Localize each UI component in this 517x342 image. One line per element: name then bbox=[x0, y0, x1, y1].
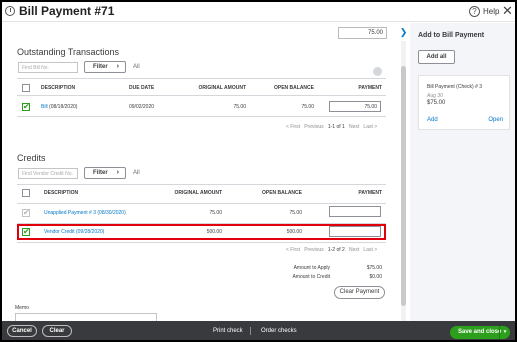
clear-payment-button[interactable]: Clear Payment bbox=[334, 286, 385, 299]
payment-input[interactable]: 75.00 bbox=[329, 101, 381, 112]
card-add-link[interactable]: Add bbox=[427, 117, 438, 123]
print-check-link[interactable]: Print check bbox=[213, 328, 243, 334]
bill-payment-card: Bill Payment (Check) # 3 Aug 30 $75.00 A… bbox=[418, 75, 510, 130]
main-panel: 75.00 Outstanding Transactions Find Bill… bbox=[2, 23, 397, 321]
card-title: Bill Payment (Check) # 3 bbox=[427, 84, 483, 90]
open-balance-value: 75.00 bbox=[289, 210, 302, 216]
credits-pager: < First Previous 1-2 of 2 Next Last > bbox=[286, 247, 377, 253]
outstanding-title: Outstanding Transactions bbox=[17, 47, 120, 57]
col-description: DESCRIPTION bbox=[44, 190, 79, 196]
pager-previous[interactable]: Previous bbox=[304, 247, 323, 253]
footer-bar: Cancel Clear Print check Order checks Sa… bbox=[2, 321, 515, 340]
credits-title: Credits bbox=[17, 153, 46, 163]
amount-to-apply-value: $75.00 bbox=[366, 265, 382, 271]
footer-separator bbox=[250, 327, 251, 335]
open-balance-value: 75.00 bbox=[301, 104, 314, 110]
filter-label: Filter bbox=[93, 170, 108, 176]
original-amount-value: 75.00 bbox=[233, 104, 246, 110]
table-divider bbox=[17, 95, 386, 96]
table-divider bbox=[17, 116, 386, 117]
save-and-close-button[interactable]: Save and close ▾ bbox=[450, 326, 510, 339]
col-open-balance: OPEN BALANCE bbox=[273, 85, 314, 91]
amount-to-credit-value: $0.00 bbox=[369, 274, 382, 280]
pager-previous[interactable]: Previous bbox=[304, 124, 323, 130]
outstanding-filter-button[interactable]: Filter › bbox=[84, 61, 126, 73]
col-original-amount: ORIGINAL AMOUNT bbox=[198, 85, 247, 91]
highlight-box bbox=[17, 224, 386, 240]
save-label: Save and close bbox=[458, 329, 502, 335]
close-icon[interactable]: ✕ bbox=[502, 4, 513, 17]
amount-to-apply-label: Amount to Apply bbox=[293, 265, 330, 271]
card-open-link[interactable]: Open bbox=[488, 117, 503, 123]
recent-transactions-icon[interactable] bbox=[5, 6, 15, 16]
col-original-amount: ORIGINAL AMOUNT bbox=[174, 190, 223, 196]
bill-link[interactable]: Bill bbox=[41, 104, 48, 110]
main-scrollbar[interactable] bbox=[401, 26, 406, 324]
pager-range: 1-2 of 2 bbox=[327, 247, 345, 253]
bill-description: Bill (08/18/2020) bbox=[41, 104, 78, 110]
col-description: DESCRIPTION bbox=[41, 85, 76, 91]
col-payment: PAYMENT bbox=[358, 190, 382, 196]
original-amount-value: 75.00 bbox=[209, 210, 222, 216]
table-divider bbox=[17, 78, 386, 79]
row-checkbox[interactable] bbox=[22, 102, 30, 111]
table-divider bbox=[17, 203, 386, 204]
credit-description: Unapplied Payment # 3 (08/30/2020) bbox=[44, 210, 126, 216]
add-all-button[interactable]: Add all bbox=[418, 50, 455, 64]
row-checkbox bbox=[22, 208, 30, 217]
pager-first[interactable]: < First bbox=[286, 124, 300, 130]
chevron-right-icon: › bbox=[116, 169, 119, 176]
col-payment: PAYMENT bbox=[358, 85, 382, 91]
save-dropdown-icon[interactable]: ▾ bbox=[499, 326, 510, 339]
pager-next[interactable]: Next bbox=[349, 124, 359, 130]
card-date: Aug 30 bbox=[427, 93, 443, 99]
find-bill-input[interactable]: Find Bill No. bbox=[18, 62, 78, 73]
pager-last[interactable]: Last > bbox=[363, 247, 377, 253]
help-icon[interactable]: ? bbox=[469, 6, 480, 17]
pager-next[interactable]: Next bbox=[349, 247, 359, 253]
unapplied-payment-link[interactable]: Unapplied Payment # 3 bbox=[44, 210, 96, 216]
chevron-right-icon: › bbox=[116, 63, 119, 70]
clear-button[interactable]: Clear bbox=[42, 325, 72, 337]
outstanding-pager: < First Previous 1-1 of 1 Next Last > bbox=[286, 124, 377, 130]
outstanding-all-label: All bbox=[133, 64, 140, 70]
side-panel-title: Add to Bill Payment bbox=[418, 32, 485, 39]
due-date-value: 09/02/2020 bbox=[129, 104, 155, 110]
page-title: Bill Payment #71 bbox=[19, 4, 115, 18]
pager-range: 1-1 of 1 bbox=[327, 124, 345, 130]
pager-first[interactable]: < First bbox=[286, 247, 300, 253]
filter-label: Filter bbox=[93, 64, 108, 70]
settings-gear-icon[interactable] bbox=[373, 67, 382, 76]
col-open-balance: OPEN BALANCE bbox=[261, 190, 302, 196]
select-all-credits-checkbox[interactable] bbox=[22, 189, 30, 197]
memo-field[interactable] bbox=[15, 313, 157, 321]
find-vendor-credit-input[interactable]: Find Vendor Credit No. bbox=[18, 168, 78, 179]
help-link[interactable]: Help bbox=[483, 7, 499, 16]
payment-input[interactable] bbox=[329, 206, 381, 217]
cancel-button[interactable]: Cancel bbox=[7, 325, 37, 337]
table-divider bbox=[17, 242, 386, 243]
amount-to-credit-label: Amount to Credit bbox=[292, 274, 330, 280]
credits-all-label: All bbox=[133, 170, 140, 176]
memo-label: Memo bbox=[15, 305, 29, 311]
scrollbar-thumb[interactable] bbox=[401, 66, 406, 306]
table-divider bbox=[17, 184, 386, 185]
add-to-bill-payment-panel: Add to Bill Payment Add all Bill Payment… bbox=[410, 23, 515, 321]
amount-field[interactable]: 75.00 bbox=[338, 27, 387, 39]
credits-filter-button[interactable]: Filter › bbox=[84, 167, 126, 179]
window-header: Bill Payment #71 ? Help ✕ bbox=[2, 2, 515, 22]
bill-payment-window: Bill Payment #71 ? Help ✕ 75.00 Outstand… bbox=[2, 2, 515, 340]
col-due-date: DUE DATE bbox=[129, 85, 155, 91]
select-all-checkbox[interactable] bbox=[22, 84, 30, 92]
card-amount: $75.00 bbox=[427, 100, 446, 106]
order-checks-link[interactable]: Order checks bbox=[261, 328, 297, 334]
collapse-panel-icon[interactable]: ❯ bbox=[397, 23, 410, 41]
pager-last[interactable]: Last > bbox=[363, 124, 377, 130]
